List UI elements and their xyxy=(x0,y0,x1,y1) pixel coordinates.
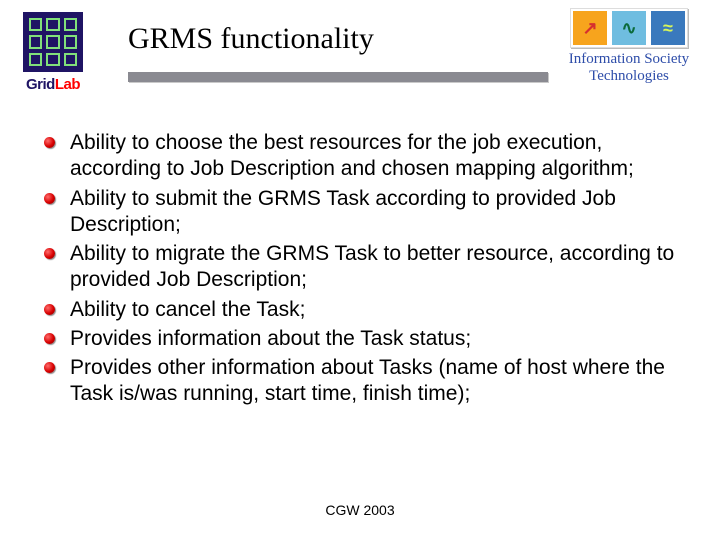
gridlab-logo-icon xyxy=(23,12,83,72)
ist-logo-icon: ↗ ∿ ≈ xyxy=(570,8,688,48)
ist-logo-line1: Information Society xyxy=(554,52,704,67)
gridlab-logo-text-b: Lab xyxy=(55,76,80,93)
bullet-list: Ability to choose the best resources for… xyxy=(40,130,690,408)
list-item: Provides other information about Tasks (… xyxy=(40,355,690,408)
gridlab-logo-text-a: Grid xyxy=(26,76,55,93)
list-item: Provides information about the Task stat… xyxy=(40,326,690,352)
wave-icon: ∿ xyxy=(612,11,646,45)
list-item: Ability to submit the GRMS Task accordin… xyxy=(40,186,690,239)
title-underline xyxy=(128,72,548,82)
slide-title: GRMS functionality xyxy=(128,22,374,56)
ist-logo-line2: Technologies xyxy=(554,69,704,84)
slide: GridLab ↗ ∿ ≈ Information Society Techno… xyxy=(0,0,720,540)
arrow-icon: ↗ xyxy=(573,11,607,45)
slide-body: Ability to choose the best resources for… xyxy=(40,130,690,411)
list-item: Ability to choose the best resources for… xyxy=(40,130,690,183)
gridlab-logo: GridLab xyxy=(16,12,90,93)
approx-icon: ≈ xyxy=(651,11,685,45)
slide-footer: CGW 2003 xyxy=(0,502,720,518)
ist-logo: ↗ ∿ ≈ Information Society Technologies xyxy=(554,8,704,84)
gridlab-logo-text: GridLab xyxy=(16,76,90,93)
list-item: Ability to cancel the Task; xyxy=(40,297,690,323)
list-item: Ability to migrate the GRMS Task to bett… xyxy=(40,241,690,294)
